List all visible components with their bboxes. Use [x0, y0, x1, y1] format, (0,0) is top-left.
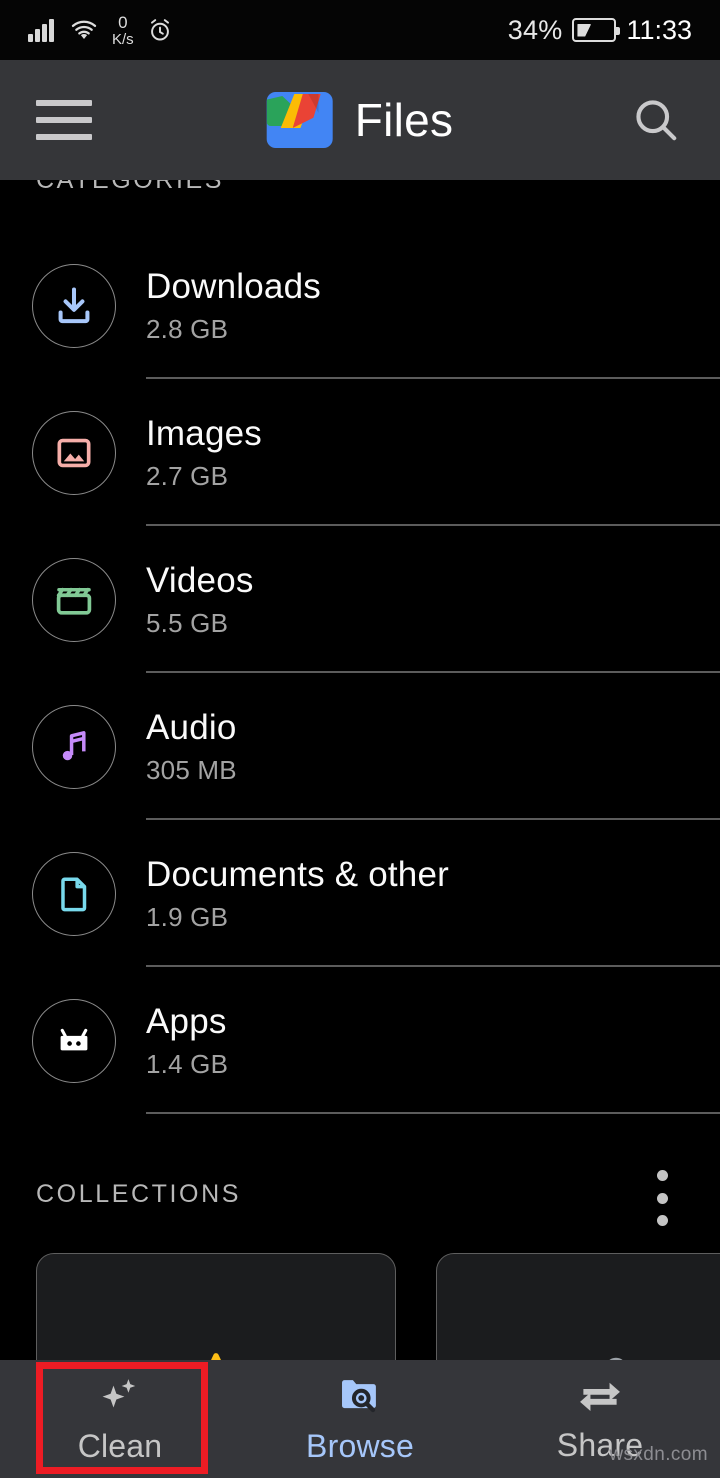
sparkle-icon	[102, 1379, 136, 1408]
scroll-content[interactable]: CATEGORIES Downloads 2.8 GB Images 2.7 G…	[0, 166, 720, 1443]
network-speed-value: 0	[118, 12, 128, 32]
list-item-title: Videos	[146, 560, 254, 600]
page-title: Files	[354, 94, 454, 146]
tab-clean[interactable]: Clean	[0, 1360, 240, 1478]
app-bar: Files	[0, 60, 720, 180]
folder-search-icon	[342, 1380, 376, 1413]
list-item-title: Downloads	[146, 266, 321, 306]
status-bar: 0 K/s 34% 11:33	[0, 0, 720, 60]
list-item-title: Images	[146, 413, 262, 453]
list-item-documents[interactable]: Documents & other 1.9 GB	[0, 820, 720, 967]
list-item-apps[interactable]: Apps 1.4 GB	[0, 967, 720, 1114]
video-icon	[32, 557, 116, 642]
tab-browse[interactable]: Browse	[240, 1360, 480, 1478]
list-item-videos[interactable]: Videos 5.5 GB	[0, 526, 720, 673]
music-note-icon	[32, 704, 116, 789]
list-item-size: 1.4 GB	[146, 1049, 229, 1080]
battery-percent: 34%	[507, 14, 563, 45]
battery-icon	[572, 18, 621, 42]
network-speed-indicator: 0 K/s	[112, 14, 134, 47]
list-item-size: 2.8 GB	[146, 314, 229, 345]
swap-arrows-icon	[580, 1382, 620, 1411]
categories-list: Downloads 2.8 GB Images 2.7 GB Videos 5.…	[0, 232, 720, 1114]
collections-section-label: COLLECTIONS	[36, 1180, 242, 1208]
list-item-text: Images 2.7 GB	[146, 413, 262, 492]
signal-icon	[28, 18, 56, 42]
list-item-text: Downloads 2.8 GB	[146, 266, 321, 345]
list-item-images[interactable]: Images 2.7 GB	[0, 379, 720, 526]
list-item-audio[interactable]: Audio 305 MB	[0, 673, 720, 820]
clock-time: 11:33	[626, 14, 692, 45]
download-icon	[32, 263, 116, 348]
network-speed-unit: K/s	[112, 30, 134, 48]
list-item-size: 2.7 GB	[146, 461, 229, 492]
tab-label: Clean	[77, 1428, 163, 1464]
list-item-size: 1.9 GB	[146, 902, 229, 933]
hamburger-menu-icon[interactable]	[36, 100, 92, 140]
list-item-text: Audio 305 MB	[146, 707, 237, 786]
alarm-icon	[150, 19, 169, 41]
list-divider	[146, 1112, 720, 1114]
tab-label: Browse	[306, 1428, 414, 1464]
list-item-title: Apps	[146, 1001, 227, 1041]
list-item-text: Documents & other 1.9 GB	[146, 854, 449, 933]
list-item-title: Audio	[146, 707, 237, 747]
status-bar-left: 0 K/s	[28, 14, 173, 47]
list-item-text: Videos 5.5 GB	[146, 560, 254, 639]
overflow-menu-icon[interactable]	[652, 1170, 672, 1226]
app-brand: Files	[266, 92, 454, 148]
document-icon	[32, 851, 116, 936]
list-item-size: 305 MB	[146, 755, 237, 786]
list-item-downloads[interactable]: Downloads 2.8 GB	[0, 232, 720, 379]
list-item-size: 5.5 GB	[146, 608, 229, 639]
image-icon	[32, 410, 116, 495]
status-bar-right: 34% 11:33	[508, 15, 692, 46]
list-item-title: Documents & other	[146, 854, 449, 894]
watermark: wsxdn.com	[609, 1444, 708, 1465]
list-item-text: Apps 1.4 GB	[146, 1001, 228, 1080]
files-app-logo	[266, 92, 333, 148]
search-icon[interactable]	[630, 94, 682, 146]
wifi-icon	[71, 20, 97, 39]
android-icon	[32, 998, 116, 1083]
